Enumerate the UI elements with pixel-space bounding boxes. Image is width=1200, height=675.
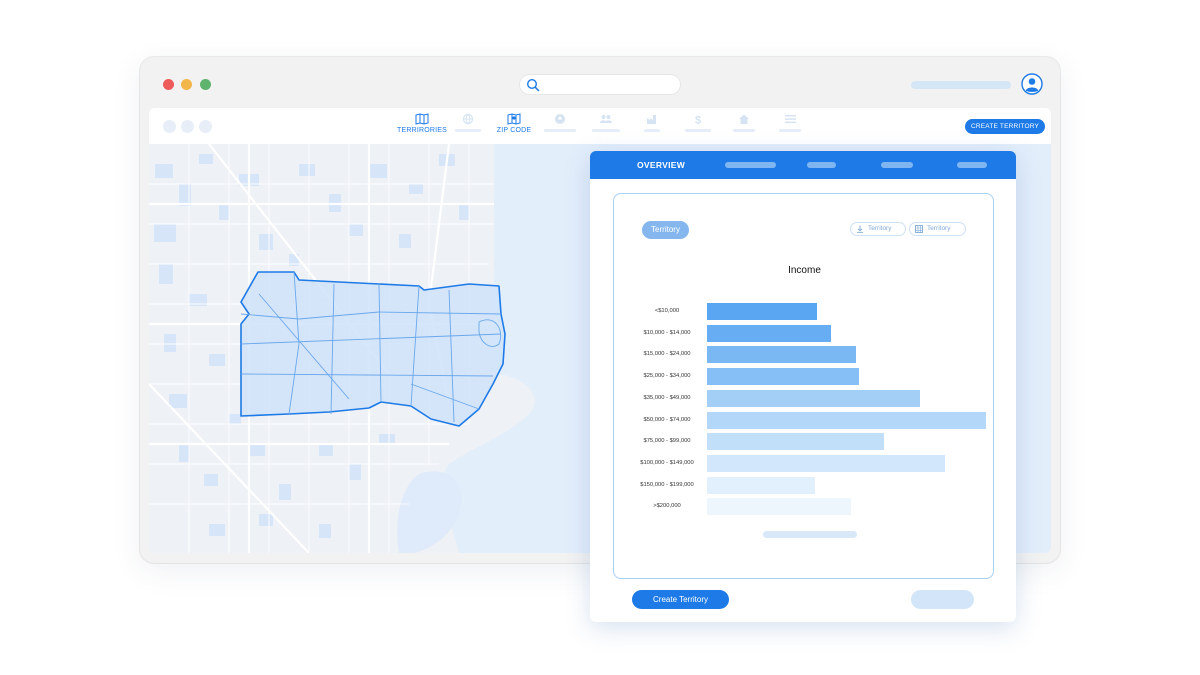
bar-label: $150,000 - $199,000	[640, 481, 694, 488]
table-icon	[915, 225, 923, 233]
factory-icon	[647, 115, 656, 124]
territory-download-chip[interactable]: Territory	[850, 222, 906, 236]
bar-label: <$10,000	[654, 308, 680, 314]
bar-label: $75,000 - $99,000	[643, 438, 691, 445]
income-bar[interactable]	[707, 411, 986, 429]
search-icon	[526, 78, 540, 92]
bar-label: $15,000 - $24,000	[643, 351, 691, 358]
secondary-button[interactable]	[911, 590, 974, 609]
bar-label: $10,000 - $14,000	[643, 329, 691, 336]
list-icon	[784, 115, 796, 124]
chip-label: Territory	[927, 225, 951, 232]
income-bar[interactable]	[707, 454, 945, 472]
income-bar[interactable]	[707, 303, 818, 320]
search-bar[interactable]	[519, 74, 681, 95]
bar-label: >$200,000	[653, 503, 681, 510]
income-bar[interactable]	[707, 498, 851, 516]
chart-title: Income	[788, 265, 821, 276]
people-icon	[600, 115, 612, 123]
minimize-window-dot[interactable]	[181, 79, 192, 90]
bar-label: $50,000 - $74,000	[643, 416, 691, 423]
territory-table-chip[interactable]: Territory	[909, 222, 966, 236]
income-panel: Territory Territory Territory Income <$1…	[613, 193, 994, 579]
zip-map-icon	[507, 113, 521, 125]
overview-card: OVERVIEW Territory Territory Territory I…	[590, 151, 1016, 622]
toolbar-dot[interactable]	[163, 120, 176, 133]
bar-label: $100,000 - $149,000	[640, 459, 694, 466]
maximize-window-dot[interactable]	[200, 79, 211, 90]
income-bar[interactable]	[707, 433, 884, 451]
home-icon	[739, 114, 749, 124]
tab-placeholder[interactable]	[881, 162, 913, 168]
tab-placeholder[interactable]	[807, 162, 836, 168]
income-bar[interactable]	[707, 368, 859, 386]
create-territory-button[interactable]: CREATE TERRITORY	[965, 119, 1045, 134]
income-bar[interactable]	[707, 389, 920, 407]
svg-text:$: $	[695, 115, 701, 126]
user-avatar-icon[interactable]	[1021, 73, 1043, 95]
bar-label: $35,000 - $49,000	[643, 394, 691, 401]
close-window-dot[interactable]	[163, 79, 174, 90]
income-bar[interactable]	[707, 346, 857, 364]
app-toolbar: TERRIRORIES ZIP CODE $ CREATE TERRITORY	[149, 108, 1051, 144]
header-placeholder-bar	[911, 81, 1011, 89]
dollar-icon: $	[695, 115, 701, 126]
pin-icon	[555, 114, 565, 124]
panel-scrollbar[interactable]	[763, 531, 857, 538]
tab-placeholder[interactable]	[957, 162, 987, 168]
tab-overview[interactable]: OVERVIEW	[637, 160, 685, 170]
territory-chip[interactable]: Territory	[642, 221, 689, 239]
create-territory-primary-button[interactable]: Create Territory	[632, 590, 729, 609]
chip-label: Territory	[868, 225, 892, 232]
income-bar[interactable]	[707, 324, 832, 342]
bar-label: $25,000 - $34,000	[643, 373, 691, 380]
map-icon	[415, 113, 429, 125]
globe-icon	[462, 113, 474, 125]
toolbar-dot[interactable]	[199, 120, 212, 133]
toolbar-dot[interactable]	[181, 120, 194, 133]
download-icon	[857, 225, 863, 233]
nav-list[interactable]	[763, 113, 817, 141]
card-tab-bar: OVERVIEW	[590, 151, 1016, 179]
tab-placeholder[interactable]	[725, 162, 776, 168]
income-bar[interactable]	[707, 476, 815, 494]
